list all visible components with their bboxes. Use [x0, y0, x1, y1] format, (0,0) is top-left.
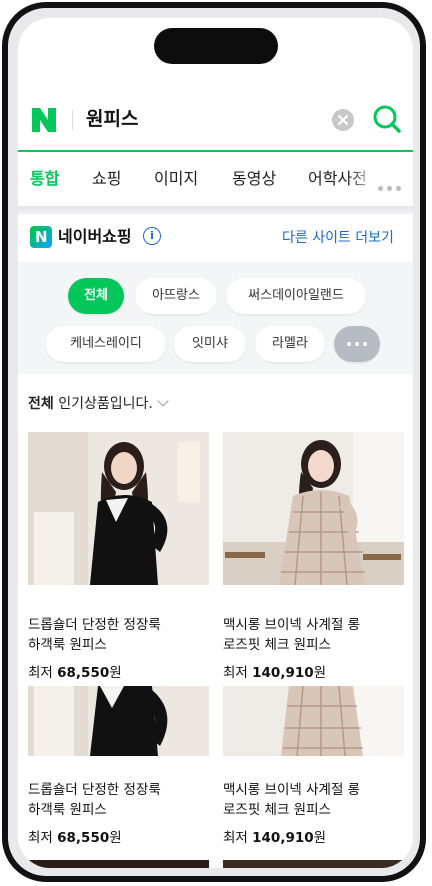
screen: 원피스 통합 쇼핑 이미지 동영상 어학사전 N 네이버쇼핑 i 다른 사이트 …	[18, 18, 413, 868]
chip-all[interactable]: 전체	[68, 278, 124, 314]
more-tabs-icon[interactable]	[378, 176, 412, 191]
info-icon[interactable]: i	[143, 227, 161, 245]
naver-logo-icon[interactable]	[30, 106, 58, 134]
product-image[interactable]	[223, 432, 404, 585]
chip-brand[interactable]: 라멜라	[255, 326, 325, 362]
product-image[interactable]	[223, 860, 404, 868]
popular-title[interactable]: 전체 인기상품입니다.	[28, 394, 169, 414]
chip-brand[interactable]: 아뜨랑스	[135, 278, 217, 314]
shopping-title: 네이버쇼핑	[58, 227, 132, 246]
tab-videos[interactable]: 동영상	[232, 168, 276, 190]
product-name[interactable]: 드롭숄더 단정한 정장룩 하객룩 원피스	[28, 780, 209, 820]
product-image[interactable]	[223, 686, 404, 756]
search-icon[interactable]	[372, 104, 402, 134]
product-image[interactable]	[28, 686, 209, 756]
product-price: 최저 140,910원	[223, 830, 327, 846]
product-name[interactable]: 드롭숄더 단정한 정장룩 하객룩 원피스	[28, 615, 209, 655]
search-tabs: 통합 쇼핑 이미지 동영상 어학사전	[18, 152, 413, 206]
product-image[interactable]	[28, 860, 209, 868]
clear-icon[interactable]	[332, 109, 354, 131]
tab-all[interactable]: 통합	[30, 168, 59, 190]
naver-shopping-logo-icon: N	[30, 226, 52, 248]
chip-brand[interactable]: 케네스레이디	[46, 326, 166, 362]
tab-images[interactable]: 이미지	[154, 168, 198, 190]
more-chips-button[interactable]	[334, 326, 380, 362]
product-price: 최저 68,550원	[28, 830, 122, 846]
tab-fade	[348, 152, 378, 206]
product-image[interactable]	[28, 432, 209, 585]
other-sites-link[interactable]: 다른 사이트 더보기	[282, 228, 394, 248]
chip-brand[interactable]: 써스데이아일랜드	[226, 278, 366, 314]
chevron-down-icon	[157, 395, 169, 407]
shopping-header: N 네이버쇼핑 i 다른 사이트 더보기	[18, 214, 413, 262]
chip-brand[interactable]: 잇미샤	[174, 326, 246, 362]
brand-chips: 전체 아뜨랑스 써스데이아일랜드 케네스레이디 잇미샤 라멜라	[18, 262, 413, 374]
camera-notch	[154, 28, 278, 64]
product-name[interactable]: 맥시롱 브이넥 사계절 롱 로즈핏 체크 원피스	[223, 615, 404, 655]
popular-products: 전체 인기상품입니다. 드롭숄더 단정한 정장룩 하객룩 원피스 최저 68,5…	[18, 374, 413, 868]
product-price: 최저 140,910원	[223, 665, 327, 681]
divider	[72, 110, 73, 130]
product-price: 최저 68,550원	[28, 665, 122, 681]
section-divider	[18, 206, 413, 214]
search-bar: 원피스	[18, 88, 413, 152]
tab-shopping[interactable]: 쇼핑	[92, 168, 121, 190]
search-input[interactable]: 원피스	[86, 106, 138, 132]
product-name[interactable]: 맥시롱 브이넥 사계절 롱 로즈핏 체크 원피스	[223, 780, 404, 820]
